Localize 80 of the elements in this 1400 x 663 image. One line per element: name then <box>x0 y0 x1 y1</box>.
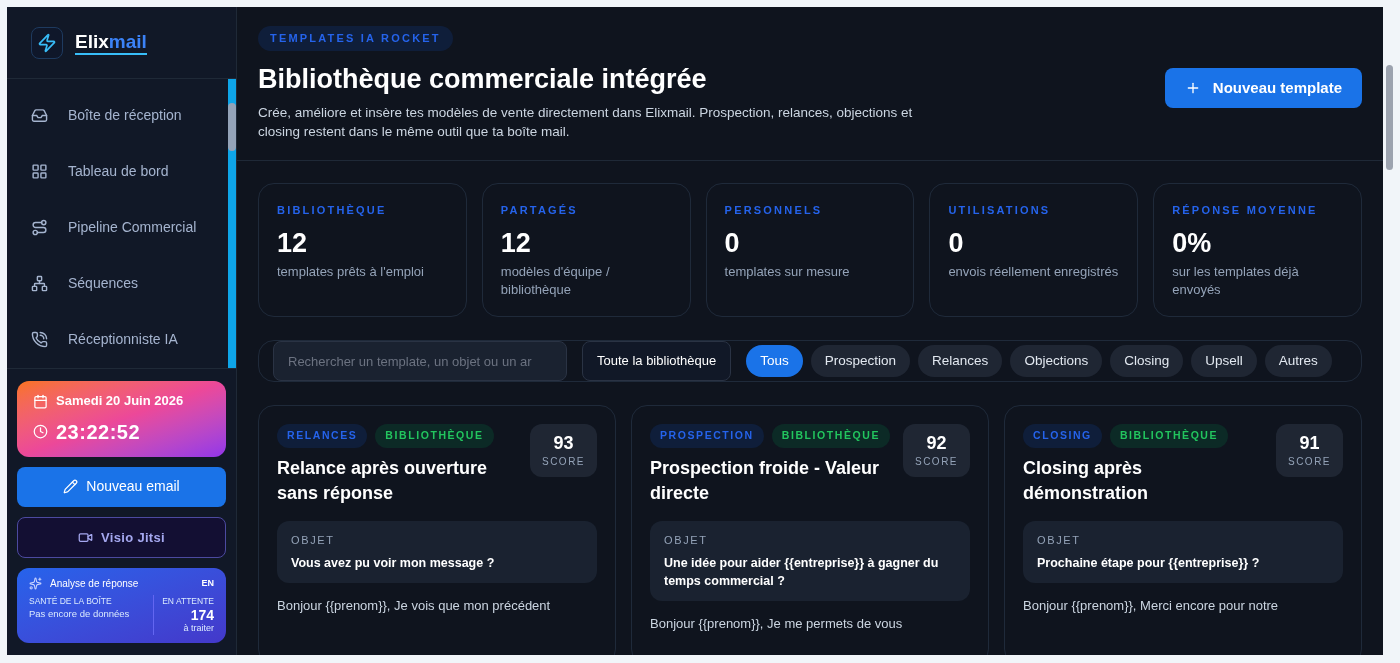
health-value: Pas encore de données <box>29 607 131 620</box>
subject-text: Une idée pour aider {{entreprise}} à gagner du temps commercial ? <box>664 555 940 591</box>
stat-label: PERSONNELS <box>724 203 824 218</box>
analysis-title: Analyse de réponse <box>50 576 140 591</box>
template-title: Prospection froide - Valeur directe <box>650 456 880 505</box>
pending-note: à traiter <box>183 621 214 635</box>
health-label: SANTÉ DE LA BOÎTE <box>29 594 113 608</box>
template-body: Bonjour {{prenom}}, Je me permets de vous <box>650 615 904 634</box>
stat-note: templates prêts à l'emploi <box>277 263 425 281</box>
stat-note: templates sur mesure <box>724 263 851 281</box>
stat-value: 0 <box>724 226 741 260</box>
score-value: 91 <box>1299 431 1320 455</box>
nav-item[interactable]: Pipeline Commercial <box>7 199 228 255</box>
scrollbar[interactable] <box>228 79 236 369</box>
logo-icon <box>31 26 63 59</box>
stat-note: sur les templates déjà envoyés <box>1172 263 1300 299</box>
filter-chip[interactable]: Closing <box>1110 345 1184 377</box>
network-icon <box>31 274 48 292</box>
subject-text: Prochaine étape pour {{entreprise}} ? <box>1037 555 1261 573</box>
stat-label: UTILISATIONS <box>948 203 1052 218</box>
filter-chip[interactable]: Tous <box>746 345 803 377</box>
sparkles-icon <box>29 576 42 590</box>
subject-label: OBJET <box>1037 532 1082 548</box>
stat-note: envois réellement enregistrés <box>948 263 1120 281</box>
time-text: 23:22:52 <box>56 419 141 445</box>
pencil-icon <box>63 479 79 495</box>
page-description: Crée, améliore et insère tes modèles de vente directement dans Elixmail. Prospection, relances, objections et closing restent dans le même outil que ta boîte mail. <box>258 104 914 141</box>
inbox-icon <box>31 106 48 124</box>
stat-value: 12 <box>500 226 532 260</box>
template-title: Relance après ouverture sans réponse <box>277 456 489 505</box>
template-body: Bonjour {{prenom}}, Merci encore pour notre <box>1023 597 1280 616</box>
brand-name: Elixmail <box>75 29 147 56</box>
template-title: Closing après démonstration <box>1023 456 1149 505</box>
stat-label: PARTAGÉS <box>500 203 579 218</box>
score-label: SCORE <box>914 455 959 470</box>
new-template-button[interactable]: Nouveau template <box>1164 68 1362 108</box>
source-tag: BIBLIOTHÈQUE <box>771 424 890 448</box>
video-call-button[interactable]: Visio Jitsi <box>17 516 226 558</box>
eyebrow-tag: TEMPLATES IA ROCKET <box>258 26 453 51</box>
grid-icon <box>31 162 48 180</box>
phone-icon <box>31 330 48 348</box>
filter-chip[interactable]: Relances <box>918 345 1003 377</box>
stat-value: 0 <box>948 226 965 260</box>
route-icon <box>31 218 48 236</box>
score-value: 92 <box>926 431 947 455</box>
category-tag: PROSPECTION <box>650 424 764 448</box>
subject-label: OBJET <box>291 532 336 548</box>
source-tag: BIBLIOTHÈQUE <box>375 424 494 448</box>
template-body: Bonjour {{prenom}}, Je vois que mon précédent <box>277 597 552 616</box>
category-tag: RELANCES <box>277 424 368 448</box>
page-title: Bibliothèque commerciale intégrée <box>258 62 707 96</box>
language-code: EN <box>201 576 214 590</box>
nav-item[interactable]: Séquences <box>7 255 228 311</box>
filter-chip[interactable]: Upsell <box>1191 345 1257 377</box>
nav-item[interactable]: Tableau de bord <box>7 143 228 199</box>
stat-value: 12 <box>277 226 309 260</box>
subject-label: OBJET <box>664 532 709 548</box>
subject-text: Vous avez pu voir mon message ? <box>291 555 496 573</box>
score-label: SCORE <box>1287 455 1332 470</box>
calendar-icon <box>33 393 48 409</box>
category-tag: CLOSING <box>1023 424 1102 448</box>
pending-label: EN ATTENTE <box>162 594 214 608</box>
stat-label: BIBLIOTHÈQUE <box>277 203 388 218</box>
score-value: 93 <box>553 431 574 455</box>
date-text: Samedi 20 Juin 2026 <box>56 392 184 411</box>
stat-note: modèles d'équipe / bibliothèque <box>500 263 611 299</box>
stat-value: 0% <box>1172 226 1213 260</box>
search-field[interactable]: Rechercher un template, un objet ou un ar <box>273 341 567 381</box>
filter-chip[interactable]: Objections <box>1010 345 1103 377</box>
pending-count: 174 <box>190 607 214 622</box>
new-email-button[interactable]: Nouveau email <box>17 466 226 507</box>
clock-icon <box>33 424 48 440</box>
stat-label: RÉPONSE MOYENNE <box>1172 203 1319 218</box>
filter-chip[interactable]: Prospection <box>810 345 911 377</box>
nav-item[interactable]: Boîte de réception <box>7 87 228 143</box>
filter-chip[interactable]: Autres <box>1264 345 1332 377</box>
nav-item[interactable]: Réceptionniste IA <box>7 311 228 367</box>
scope-select[interactable]: Toute la bibliothèque <box>582 341 732 381</box>
source-tag: BIBLIOTHÈQUE <box>1109 424 1229 448</box>
score-label: SCORE <box>541 455 586 470</box>
